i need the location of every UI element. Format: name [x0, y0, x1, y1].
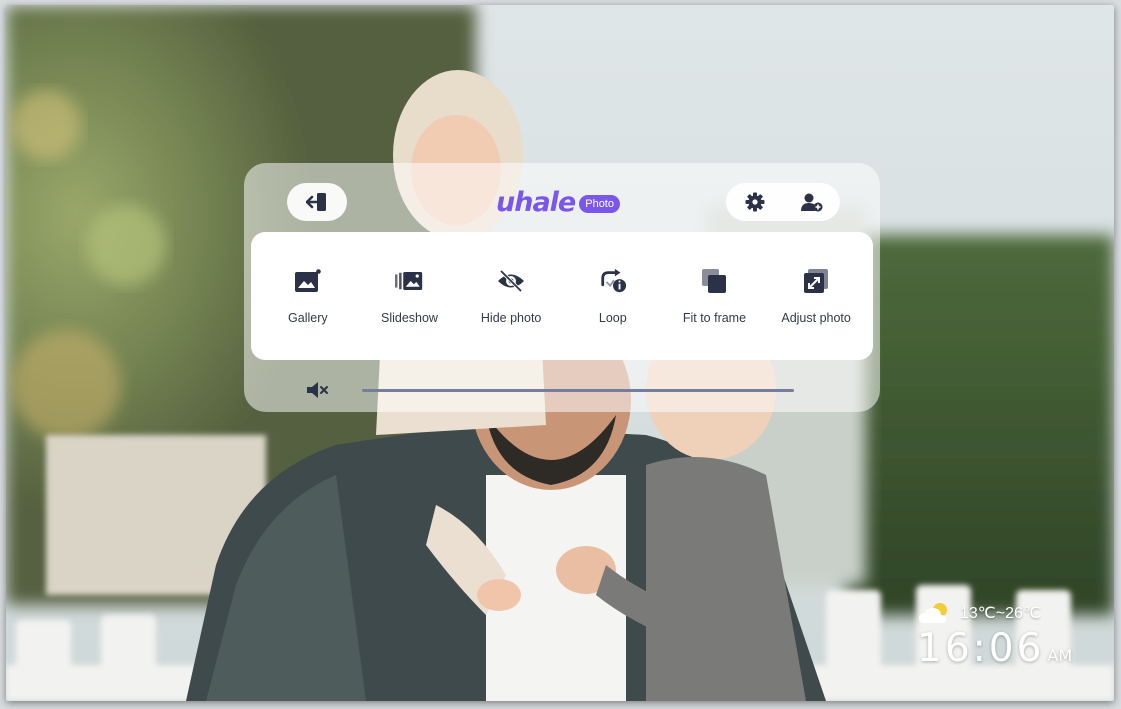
hide-photo-icon [498, 269, 525, 293]
header-actions [726, 183, 840, 221]
adjust-photo-icon [804, 269, 829, 293]
temperature-range: 13℃~26℃ [960, 605, 1041, 622]
menu-label: Gallery [288, 311, 328, 325]
photo-frame-screen: uhale Photo Gallery Slideshow Hide photo… [6, 5, 1114, 701]
weather-widget: 13℃~26℃ [918, 602, 1041, 624]
mute-button[interactable] [306, 381, 330, 399]
menu-label: Hide photo [480, 311, 542, 325]
menu-label: Fit to frame [682, 311, 747, 325]
volume-slider[interactable] [362, 389, 794, 392]
add-user-icon [800, 193, 822, 212]
settings-button[interactable] [726, 183, 783, 221]
menu-item-slideshow[interactable]: Slideshow [361, 267, 457, 325]
slideshow-icon [395, 271, 423, 291]
menu-item-loop[interactable]: Loop [565, 267, 661, 325]
clock-time: 16:06 [917, 626, 1045, 671]
app-logo: uhale Photo [496, 185, 620, 219]
menu-label: Slideshow [380, 311, 438, 325]
menu-item-adjust-photo[interactable]: Adjust photo [768, 267, 864, 325]
exit-button[interactable] [287, 183, 347, 221]
fit-to-frame-icon [702, 269, 727, 293]
logo-wordmark: uhale [496, 186, 576, 218]
menu-label: Loop [598, 311, 627, 325]
clock-ampm: AM [1047, 646, 1073, 665]
clock: 16:06 AM [917, 626, 1072, 671]
exit-icon [306, 193, 326, 211]
gallery-icon [294, 269, 321, 292]
menu-item-hide-photo[interactable]: Hide photo [463, 267, 559, 325]
control-panel: uhale Photo Gallery Slideshow Hide photo… [244, 163, 880, 412]
menu-item-fit-to-frame[interactable]: Fit to frame [666, 267, 762, 325]
gear-icon [745, 192, 764, 212]
add-user-button[interactable] [783, 183, 840, 221]
partly-cloudy-icon [919, 603, 947, 623]
menu-item-gallery[interactable]: Gallery [260, 267, 356, 325]
loop-icon [601, 268, 626, 293]
menu-card: Gallery Slideshow Hide photo Loop Fit to… [251, 232, 873, 360]
volume-control [306, 380, 806, 400]
menu-label: Adjust photo [781, 311, 851, 325]
logo-badge: Photo [579, 194, 620, 213]
mute-icon [307, 382, 328, 398]
